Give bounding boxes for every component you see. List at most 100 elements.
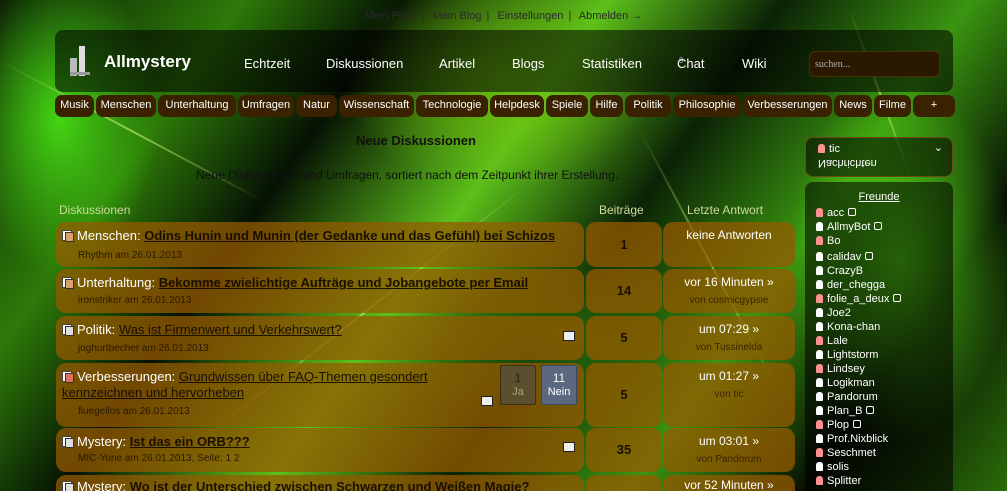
cat-verbesserungen[interactable]: Verbesserungen: [743, 95, 832, 117]
nav-blogs[interactable]: Blogs: [512, 56, 545, 71]
cat-umfragen[interactable]: Umfragen: [238, 95, 294, 117]
current-user[interactable]: tic: [829, 143, 840, 155]
friend-item[interactable]: Kona-chan: [816, 321, 880, 333]
thread-title-link[interactable]: Ist das ein ORB???: [130, 434, 250, 449]
link-settings[interactable]: Einstellungen: [497, 10, 563, 22]
last-reply[interactable]: um 03:01 » von Pandorum: [663, 428, 795, 472]
thread-meta: ironstriker am 26.01.2013: [78, 295, 192, 306]
cat-helpdesk[interactable]: Helpdesk: [490, 95, 544, 117]
page-title: Neue Diskussionen: [356, 133, 476, 148]
friend-item[interactable]: CrazyB: [816, 265, 863, 277]
logout-arrow-icon: →: [631, 10, 643, 22]
friend-item[interactable]: Joe2: [816, 307, 851, 319]
table-row[interactable]: Mystery: Wo ist der Unterschied zwischen…: [56, 475, 584, 491]
thread-icon: [62, 324, 74, 336]
column-header-topics: Diskussionen: [59, 203, 131, 217]
friends-panel: Freunde acc AllmyBot Bo calidav CrazyB d…: [805, 182, 953, 491]
friend-item[interactable]: folie_a_deux: [816, 293, 902, 305]
column-header-last: Letzte Antwort: [687, 203, 764, 217]
friend-item[interactable]: Plan_B: [816, 405, 875, 417]
thread-title-link[interactable]: Was ist Firmenwert und Verkehrswert?: [119, 322, 342, 337]
cat-natur[interactable]: Natur: [296, 95, 337, 117]
friend-item[interactable]: Lindsey: [816, 363, 865, 375]
header-bar: Allmystery Echtzeit Diskussionen Artikel…: [55, 30, 953, 92]
table-row[interactable]: Unterhaltung: Bekomme zwielichtige Auftr…: [56, 269, 584, 313]
post-count: [586, 475, 662, 491]
last-reply-author[interactable]: von cosmicgypsie: [663, 295, 795, 306]
nav-statistiken[interactable]: Statistiken: [582, 56, 642, 71]
post-count: 5: [586, 363, 662, 427]
cat-wissenschaft[interactable]: Wissenschaft: [339, 95, 414, 117]
logo-icon[interactable]: [70, 46, 90, 76]
last-reply[interactable]: vor 52 Minuten »: [663, 475, 795, 491]
friend-item[interactable]: calidav: [816, 251, 874, 263]
thread-category: Politik:: [77, 322, 116, 337]
thread-title-link[interactable]: Bekomme zwielichtige Aufträge und Jobang…: [159, 275, 528, 290]
cat-news[interactable]: News: [834, 95, 872, 117]
male-user-icon: [818, 144, 825, 153]
cat-spiele[interactable]: Spiele: [546, 95, 588, 117]
last-reply-author[interactable]: von Tussinelda: [663, 342, 795, 353]
last-reply[interactable]: keine Antworten: [663, 222, 795, 267]
friend-item[interactable]: der_chegga: [816, 279, 885, 291]
poll-icon: [563, 442, 575, 452]
vote-no-button[interactable]: 11 Nein: [541, 365, 577, 405]
thread-category: Unterhaltung:: [77, 275, 156, 290]
friend-item[interactable]: Lale: [816, 335, 848, 347]
thread-meta: MIC-Yone am 26.01.2013, Seite: 1 2: [78, 453, 240, 464]
last-reply[interactable]: um 01:27 » von tic: [663, 363, 795, 427]
messages-link[interactable]: Nachrichten: [818, 157, 877, 169]
vote-yes-button[interactable]: 1 Ja: [500, 365, 536, 405]
cat-hilfe[interactable]: Hilfe: [590, 95, 623, 117]
link-profile[interactable]: Mein Profil: [365, 10, 417, 22]
thread-icon: [62, 436, 74, 448]
link-blog[interactable]: Mein Blog: [433, 10, 482, 22]
cat-unterhaltung[interactable]: Unterhaltung: [158, 95, 236, 117]
friend-item[interactable]: Bo: [816, 235, 840, 247]
cat-musik[interactable]: Musik: [55, 95, 94, 117]
last-reply[interactable]: um 07:29 » von Tussinelda: [663, 316, 795, 360]
cat-more-button[interactable]: +: [913, 95, 955, 117]
friend-item[interactable]: acc: [816, 207, 857, 219]
friend-item[interactable]: Lightstorm: [816, 349, 878, 361]
cat-filme[interactable]: Filme: [874, 95, 911, 117]
friend-item[interactable]: solis: [816, 461, 849, 473]
site-logo[interactable]: Allmystery: [104, 52, 191, 72]
friend-item[interactable]: Splitter: [816, 475, 861, 487]
thread-meta: fluegellos am 26.01.2013: [78, 406, 190, 417]
thread-icon: [62, 277, 74, 289]
cat-philosophie[interactable]: Philosophie: [673, 95, 741, 117]
post-count: 5: [586, 316, 662, 360]
nav-chat[interactable]: Chat 9: [677, 56, 704, 71]
table-row[interactable]: Menschen: Odins Hunin und Munin (der Ged…: [56, 222, 584, 267]
cat-menschen[interactable]: Menschen: [96, 95, 156, 117]
link-logout[interactable]: Abmelden →: [579, 10, 643, 22]
friend-item[interactable]: Plop: [816, 419, 862, 431]
last-reply-author[interactable]: von tic: [663, 389, 795, 400]
cat-politik[interactable]: Politik: [625, 95, 671, 117]
last-reply-author[interactable]: von Pandorum: [663, 454, 795, 465]
nav-wiki[interactable]: Wiki: [742, 56, 767, 71]
friend-item[interactable]: Logikman: [816, 377, 875, 389]
thread-icon: [62, 481, 74, 491]
friends-title[interactable]: Freunde: [805, 191, 953, 203]
table-row[interactable]: Mystery: Ist das ein ORB??? MIC-Yone am …: [56, 428, 584, 472]
friend-item[interactable]: Pandorum: [816, 391, 878, 403]
table-row[interactable]: Politik: Was ist Firmenwert und Verkehrs…: [56, 316, 584, 360]
thread-title-link[interactable]: Wo ist der Unterschied zwischen Schwarze…: [130, 479, 530, 491]
status-icon: [866, 406, 875, 414]
last-reply[interactable]: vor 16 Minuten » von cosmicgypsie: [663, 269, 795, 313]
chevron-down-icon[interactable]: ⌄: [934, 141, 943, 154]
nav-diskussionen[interactable]: Diskussionen: [326, 56, 403, 71]
nav-artikel[interactable]: Artikel: [439, 56, 475, 71]
friend-item[interactable]: Prof.Nixblick: [816, 433, 888, 445]
thread-title-link[interactable]: Odins Hunin und Munin (der Gedanke und d…: [144, 228, 555, 243]
user-menu[interactable]: tic Nachrichten ⌄: [805, 137, 953, 177]
friend-item[interactable]: Seschmet: [816, 447, 876, 459]
cat-technologie[interactable]: Technologie: [416, 95, 488, 117]
friend-item[interactable]: AllmyBot: [816, 221, 883, 233]
nav-echtzeit[interactable]: Echtzeit: [244, 56, 290, 71]
search-input[interactable]: suchen...: [809, 51, 940, 77]
thread-category: Verbesserungen:: [77, 369, 176, 384]
column-header-posts: Beiträge: [599, 203, 644, 217]
